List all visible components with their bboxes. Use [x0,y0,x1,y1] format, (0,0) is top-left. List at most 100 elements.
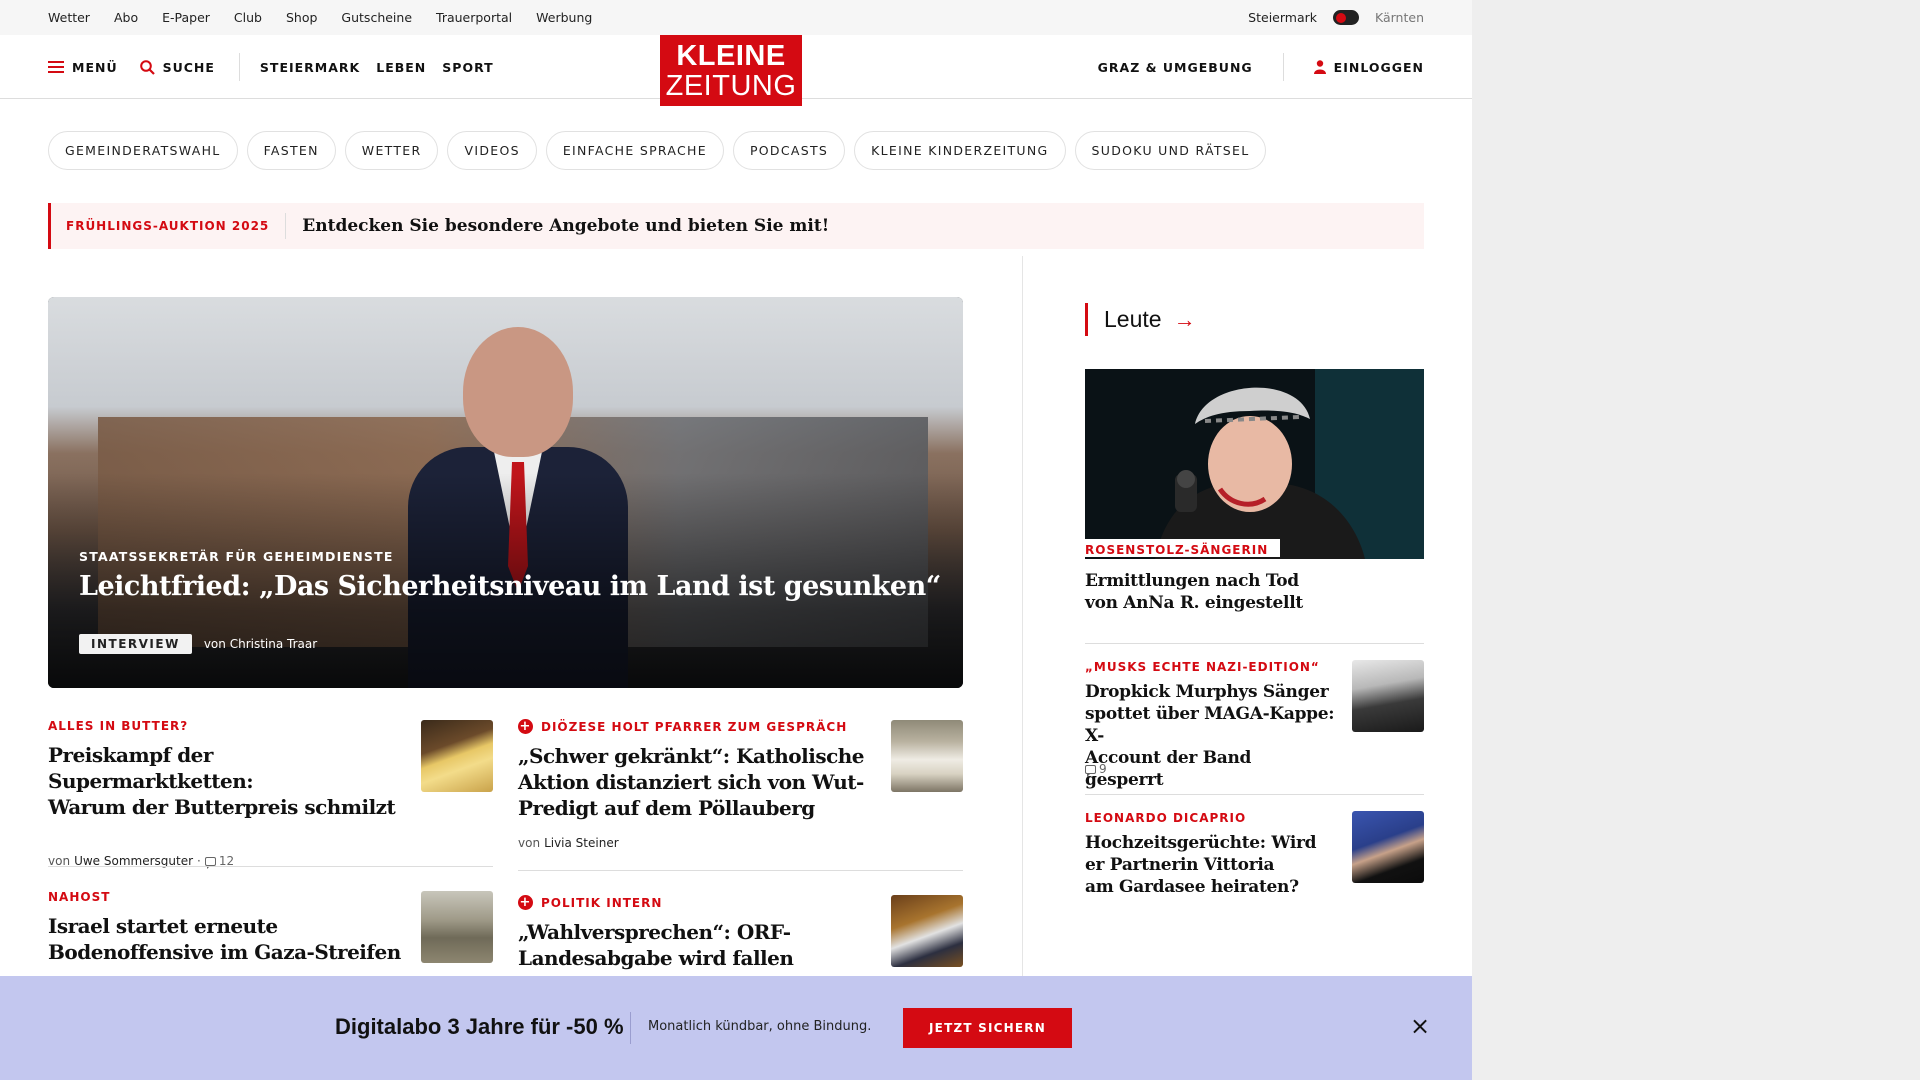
hero-byline: von Christina Traar [204,637,317,651]
article-title-line: „Wahlversprechen“: ORF- [518,920,791,944]
article-teaser[interactable]: ALLES IN BUTTER? Preiskampf der Supermar… [48,719,408,869]
article-kicker-text: DIÖZESE HOLT PFARRER ZUM GESPRÄCH [541,719,848,734]
sidebar-divider [1085,643,1424,644]
chip-gemeinderatswahl[interactable]: GEMEINDERATSWAHL [48,131,238,170]
promo-tag: FRÜHLINGS-AUKTION 2025 [51,213,287,239]
sidebar-lead-image[interactable] [1085,369,1424,559]
byline-prefix: von [203,637,226,651]
comment-count[interactable]: 9 [1085,762,1107,777]
sidebar-thumbnail-band[interactable] [1352,660,1424,732]
article-title-line: „Schwer gekränkt“: Katholische [518,744,865,768]
article-kicker: NAHOST [48,890,111,904]
banner-headline: Digitalabo 3 Jahre für -50 % [335,1014,624,1039]
jetzt-sichern-button[interactable]: JETZT SICHERN [903,1008,1072,1048]
util-link-werbung[interactable]: Werbung [536,10,592,25]
sidebar-item-kicker: LEONARDO DICAPRIO [1085,811,1247,825]
main-header: MENÜ SUCHE STEIERMARK LEBEN SPORT KLEINE… [0,35,1472,106]
chip-kinderzeitung[interactable]: KLEINE KINDERZEITUNG [854,131,1066,170]
util-link-gutscheine[interactable]: Gutscheine [341,10,412,25]
article-thumbnail-politician[interactable] [891,895,963,967]
sidebar-title-line: Account der Band gesperrt [1085,748,1252,790]
sidebar-title-line: Hochzeitsgerüchte: Wird [1085,833,1317,853]
article-title[interactable]: „Schwer gekränkt“: Katholische Aktion di… [518,743,888,821]
hero-article[interactable]: STAATSSEKRETÄR FÜR GEHEIMDIENSTE Leichtf… [48,297,963,688]
region-steiermark[interactable]: Steiermark [1248,10,1317,25]
sidebar-item-kicker: „MUSKS ECHTE NAZI-EDITION“ [1085,660,1320,674]
article-kicker-text: POLITIK INTERN [541,895,663,910]
article-title-line: Predigt auf dem Pöllauberg [518,796,815,820]
sidebar-item-title[interactable]: Hochzeitsgerüchte: Wird er Partnerin Vit… [1085,832,1335,898]
article-thumbnail-butter[interactable] [421,720,493,792]
hamburger-icon [48,61,64,73]
logo-line1: KLEINE [676,40,786,72]
chip-videos[interactable]: VIDEOS [447,131,537,170]
util-link-club[interactable]: Club [234,10,262,25]
region-switch: Steiermark Kärnten [1248,0,1424,35]
nav-sport[interactable]: SPORT [442,60,493,75]
sidebar-divider [1085,794,1424,795]
article-teaser[interactable]: NAHOST Israel startet erneute Bodenoffen… [48,890,408,965]
region-toggle[interactable] [1333,10,1359,25]
sidebar-heading-leute[interactable]: Leute → [1085,303,1196,336]
util-link-shop[interactable]: Shop [286,10,317,25]
header-divider-right [1282,53,1284,81]
article-thumbnail-priest[interactable] [891,720,963,792]
sidebar-lead-title[interactable]: Ermittlungen nach Tod von AnNa R. einges… [1085,570,1303,614]
article-kicker: + POLITIK INTERN [518,895,888,910]
util-link-trauerportal[interactable]: Trauerportal [436,10,512,25]
logo-line2: ZEITUNG [665,70,797,102]
hero-gradient [48,297,963,688]
hero-title[interactable]: Leichtfried: „Das Sicherheitsniveau im L… [79,571,941,602]
promo-bar[interactable]: FRÜHLINGS-AUKTION 2025 Entdecken Sie bes… [48,203,1424,249]
chip-fasten[interactable]: FASTEN [246,131,336,170]
article-teaser[interactable]: + DIÖZESE HOLT PFARRER ZUM GESPRÄCH „Sch… [518,719,888,850]
header-divider [238,53,240,81]
page: Wetter Abo E-Paper Club Shop Gutscheine … [0,0,1472,1080]
article-author[interactable]: Livia Steiner [544,836,619,850]
right-gutter [1472,0,1920,1080]
site-logo[interactable]: KLEINE ZEITUNG [660,35,802,106]
toggle-knob [1336,12,1346,23]
topic-chips: GEMEINDERATSWAHL FASTEN WETTER VIDEOS EI… [48,131,1267,170]
article-title-line: Aktion distanziert sich von Wut- [518,770,864,794]
chip-podcasts[interactable]: PODCASTS [732,131,846,170]
article-title[interactable]: „Wahlversprechen“: ORF- Landesabgabe wir… [518,919,888,971]
comment-number: 9 [1099,762,1107,776]
nav-steiermark[interactable]: STEIERMARK [260,60,360,75]
article-title[interactable]: Israel startet erneute Bodenoffensive im… [48,913,408,965]
article-title-line: Preiskampf der Supermarktketten: [48,743,254,793]
util-link-abo[interactable]: Abo [114,10,138,25]
byline-prefix: von [518,836,541,850]
sidebar-title-line: am Gardasee heiraten? [1085,877,1299,897]
menu-button[interactable]: MENÜ [48,60,118,75]
article-thumbnail-tanks[interactable] [421,891,493,963]
plus-premium-icon: + [518,719,533,734]
article-divider [518,870,963,871]
sidebar-title-line: Dropkick Murphys Sänger [1085,682,1329,702]
arrow-right-icon: → [1173,306,1196,332]
hero-meta: INTERVIEW von Christina Traar [79,634,317,654]
region-kaernten[interactable]: Kärnten [1375,10,1424,25]
sidebar-title-line: er Partnerin Vittoria [1085,855,1275,875]
article-title[interactable]: Preiskampf der Supermarktketten: Warum d… [48,742,408,820]
chip-einfache-sprache[interactable]: EINFACHE SPRACHE [545,131,724,170]
promo-message: Entdecken Sie besondere Angebote und bie… [302,216,830,236]
region-link[interactable]: GRAZ & UMGEBUNG [1098,60,1253,75]
nav-leben[interactable]: LEBEN [376,60,426,75]
chip-sudoku[interactable]: SUDOKU UND RÄTSEL [1074,131,1267,170]
utility-bar: Wetter Abo E-Paper Club Shop Gutscheine … [0,0,1472,35]
hero-kicker: STAATSSEKRETÄR FÜR GEHEIMDIENSTE [79,549,394,564]
column-divider [1022,256,1023,976]
util-link-wetter[interactable]: Wetter [48,10,90,25]
sidebar-thumbnail-dicaprio[interactable] [1352,811,1424,883]
login-label: EINLOGGEN [1333,59,1424,75]
search-button[interactable]: SUCHE [139,59,215,75]
search-icon [139,59,155,75]
article-teaser[interactable]: + POLITIK INTERN „Wahlversprechen“: ORF-… [518,895,888,971]
login-button[interactable]: EINLOGGEN [1313,59,1424,75]
close-icon[interactable]: × [1408,1014,1432,1038]
header-left: MENÜ SUCHE STEIERMARK LEBEN SPORT [48,35,494,99]
util-link-epaper[interactable]: E-Paper [162,10,210,25]
chip-wetter[interactable]: WETTER [344,131,439,170]
sidebar-item-title[interactable]: Dropkick Murphys Sänger spottet über MAG… [1085,681,1335,791]
